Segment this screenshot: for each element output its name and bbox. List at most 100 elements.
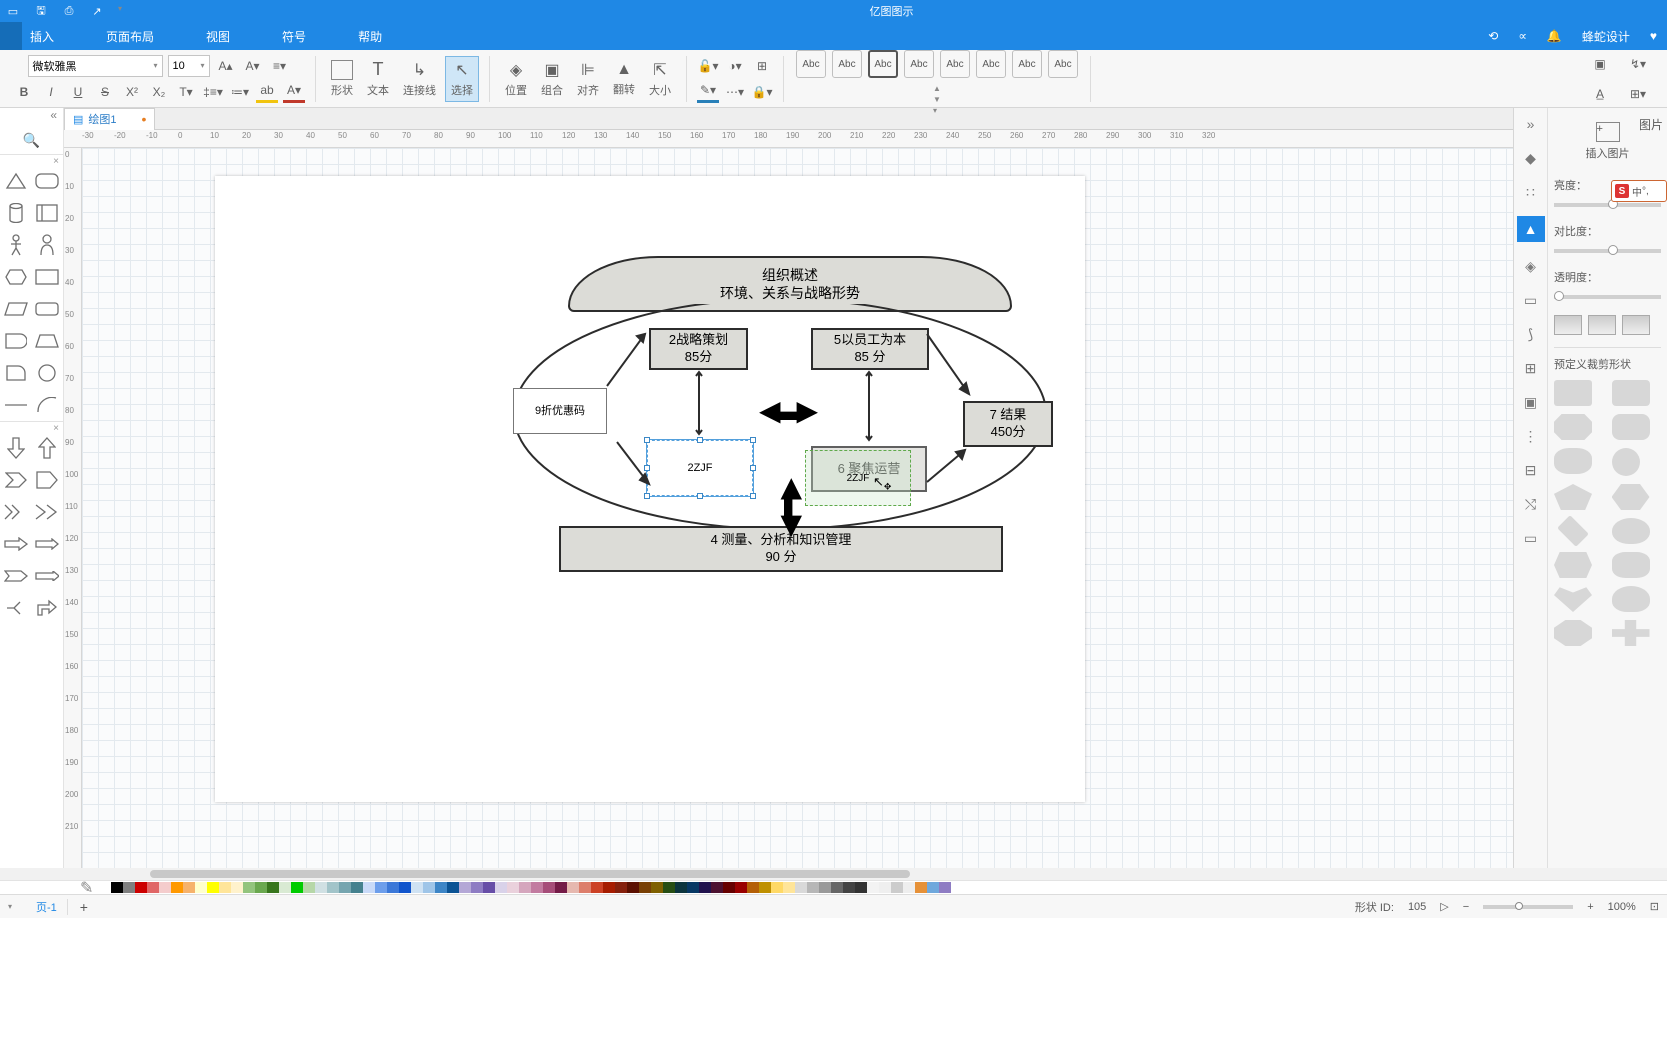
font-color-button[interactable]: A▾	[283, 81, 305, 103]
close-icon[interactable]: ×	[53, 423, 59, 434]
color-swatch[interactable]	[711, 882, 723, 893]
text-tool-button[interactable]: T▾	[175, 81, 197, 103]
crop-hexagon[interactable]	[1612, 484, 1650, 510]
panel-toggle-3[interactable]: ↯▾	[1627, 53, 1649, 75]
h-scrollbar[interactable]	[0, 868, 1667, 880]
color-swatch[interactable]	[675, 882, 687, 893]
color-swatch[interactable]	[663, 882, 675, 893]
color-swatch[interactable]	[699, 882, 711, 893]
color-swatch[interactable]	[147, 882, 159, 893]
color-swatch[interactable]	[423, 882, 435, 893]
shape-note[interactable]	[34, 201, 61, 225]
rail-chart-icon[interactable]: ⟆	[1521, 324, 1541, 344]
box-2[interactable]: 2战略策划85分	[649, 328, 748, 370]
page[interactable]: 组织概述 环境、关系与战略形势 2战略策划85分 5以员工为本85 分	[215, 176, 1085, 802]
box-5[interactable]: 5以员工为本85 分	[811, 328, 929, 370]
shape-hex[interactable]	[3, 265, 30, 289]
style-next[interactable]: ▼	[933, 95, 941, 104]
color-swatch[interactable]	[183, 882, 195, 893]
style-8[interactable]: Abc	[1048, 50, 1078, 78]
style-2[interactable]: Abc	[832, 50, 862, 78]
arrow-right2[interactable]	[34, 532, 61, 556]
color-swatch[interactable]	[687, 882, 699, 893]
zoom-in-button[interactable]: +	[1587, 901, 1593, 913]
crop-gear[interactable]	[1612, 552, 1650, 578]
arrow-turn[interactable]	[34, 596, 61, 620]
color-swatch[interactable]	[903, 882, 915, 893]
color-swatch[interactable]	[891, 882, 903, 893]
color-swatch[interactable]	[555, 882, 567, 893]
font-size-select[interactable]: 10▾	[168, 55, 210, 77]
color-swatch[interactable]	[579, 882, 591, 893]
rail-theme-icon[interactable]: ∷	[1521, 182, 1541, 202]
select-tool[interactable]: ↖选择	[445, 56, 479, 102]
color-swatch[interactable]	[471, 882, 483, 893]
menu-symbol[interactable]: 符号	[282, 28, 306, 45]
color-swatch[interactable]	[291, 882, 303, 893]
style-prev[interactable]: ▲	[933, 84, 941, 93]
crop-heart[interactable]	[1554, 586, 1592, 612]
contrast-slider[interactable]	[1554, 249, 1661, 253]
crop-circle[interactable]	[1612, 448, 1640, 476]
shape-line[interactable]	[3, 393, 30, 417]
color-swatch[interactable]	[435, 882, 447, 893]
color-swatch[interactable]	[651, 882, 663, 893]
color-swatch[interactable]	[771, 882, 783, 893]
color-swatch[interactable]	[123, 882, 135, 893]
color-swatch[interactable]	[99, 882, 111, 893]
brightness-slider[interactable]	[1554, 203, 1661, 207]
color-swatch[interactable]	[279, 882, 291, 893]
print-icon[interactable]: ⎙	[62, 4, 76, 18]
style-4[interactable]: Abc	[904, 50, 934, 78]
color-swatch[interactable]	[759, 882, 771, 893]
color-swatch[interactable]	[819, 882, 831, 893]
color-swatch[interactable]	[843, 882, 855, 893]
file-tab[interactable]	[0, 22, 22, 50]
color-swatch[interactable]	[255, 882, 267, 893]
color-swatch[interactable]	[543, 882, 555, 893]
crop-rounded2[interactable]	[1612, 414, 1650, 440]
menu-insert[interactable]: 插入	[30, 28, 54, 45]
arrow-right3[interactable]	[34, 564, 61, 588]
color-swatch[interactable]	[111, 882, 123, 893]
crop-diamond[interactable]	[1557, 515, 1589, 547]
arrow-right[interactable]	[3, 532, 30, 556]
box-4[interactable]: 4 测量、分析和知识管理90 分	[559, 526, 1003, 572]
strike-button[interactable]: S	[94, 81, 116, 103]
rail-layers-icon[interactable]: ◈	[1521, 256, 1541, 276]
img-preset-1[interactable]	[1554, 315, 1582, 335]
bell-icon[interactable]: 🔔	[1547, 29, 1562, 43]
arrow-down[interactable]	[3, 436, 30, 460]
color-swatch[interactable]	[135, 882, 147, 893]
rail-expand-icon[interactable]: »	[1521, 114, 1541, 134]
style-7[interactable]: Abc	[1012, 50, 1042, 78]
color-swatch[interactable]	[879, 882, 891, 893]
color-swatch[interactable]	[747, 882, 759, 893]
color-swatch[interactable]	[807, 882, 819, 893]
style-6[interactable]: Abc	[976, 50, 1006, 78]
save-icon[interactable]: 🖫	[34, 4, 48, 18]
crop-cross[interactable]	[1612, 620, 1650, 646]
rail-comp-icon[interactable]: ▣	[1521, 392, 1541, 412]
shape-arc[interactable]	[34, 393, 61, 417]
color-swatch[interactable]	[831, 882, 843, 893]
crop-blob2[interactable]	[1612, 518, 1650, 544]
color-swatch[interactable]	[339, 882, 351, 893]
color-swatch[interactable]	[351, 882, 363, 893]
box-selected[interactable]: 2ZJF	[647, 440, 753, 496]
shape-trap[interactable]	[34, 329, 61, 353]
img-preset-2[interactable]	[1588, 315, 1616, 335]
color-swatch[interactable]	[303, 882, 315, 893]
arrow-right-big[interactable]	[34, 468, 61, 492]
italic-button[interactable]: I	[40, 81, 62, 103]
color-swatch[interactable]	[267, 882, 279, 893]
color-swatch[interactable]	[243, 882, 255, 893]
color-swatch[interactable]	[327, 882, 339, 893]
crop-rect[interactable]	[1554, 380, 1592, 406]
shape-quarter[interactable]	[3, 361, 30, 385]
rail-tree-icon[interactable]: ⊟	[1521, 460, 1541, 480]
arrow-dbl-chev2[interactable]	[34, 500, 61, 524]
connector-tool[interactable]: ↳连接线	[398, 57, 441, 101]
rail-image-icon[interactable]: ▲	[1517, 216, 1545, 242]
shape-round2[interactable]	[34, 297, 61, 321]
